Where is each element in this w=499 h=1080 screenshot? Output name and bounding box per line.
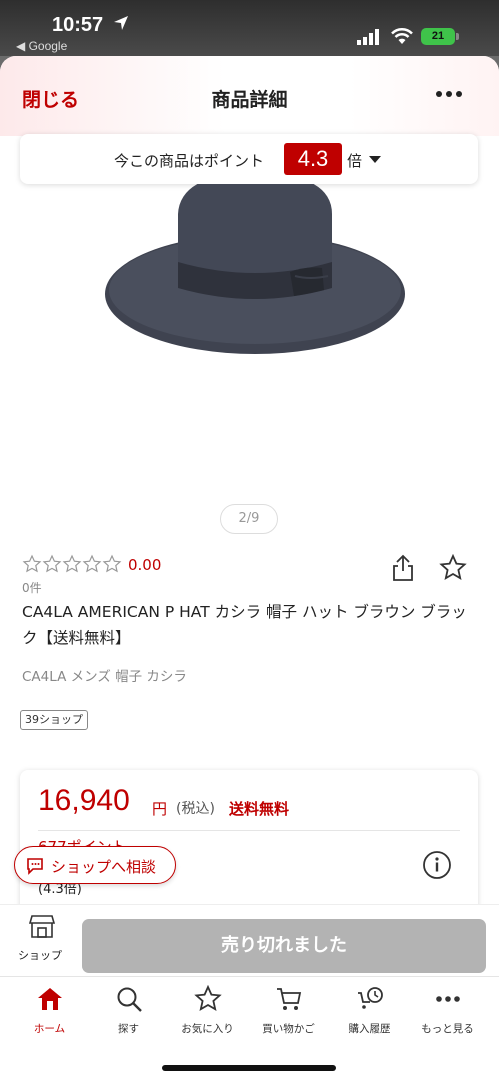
home-icon [38,988,62,1010]
product-detail-sheet: 閉じる 商品詳細 今この商品はポイント 4.3 倍 2/9 0.00 0件 CA… [0,56,499,1080]
rating-stars [22,554,122,573]
sold-out-button: 売り切れました [82,919,486,973]
divider [38,830,460,831]
product-image[interactable] [100,184,410,374]
shop-badge: 39ショップ [20,710,88,730]
points-banner[interactable]: 今この商品はポイント 4.3 倍 [20,134,478,184]
tab-label: ホーム [33,1023,66,1035]
battery-tip [456,33,459,40]
wifi-icon [391,28,413,44]
price-currency: 円 [152,800,168,818]
shipping-label: 送料無料 [229,800,290,818]
share-icon[interactable] [391,554,415,582]
info-icon[interactable] [422,850,452,880]
tab-more[interactable]: もっと見る [406,977,489,1047]
status-bar: 10:57 ◀ Google 21 [0,0,499,56]
home-indicator [162,1065,336,1071]
tab-label: 購入履歴 [348,1023,391,1035]
page-title: 商品詳細 [211,89,288,111]
rating-value: 0.00 [128,556,162,574]
cellular-signal-icon [357,29,379,45]
product-title: CA4LA AMERICAN P HAT カシラ 帽子 ハット ブラウン ブラッ… [22,603,467,647]
review-count[interactable]: 0件 [22,579,42,596]
status-time: 10:57 [52,14,104,36]
search-icon [117,987,142,1012]
consult-shop-button[interactable]: ショップへ相談 [14,846,176,884]
purchase-bar: ショップ 売り切れました [0,904,499,976]
more-options-icon[interactable] [436,91,464,99]
gallery-page-indicator: 2/9 [220,504,278,534]
history-icon [358,987,383,1009]
points-banner-text: 今この商品はポイント [114,152,265,170]
tab-favorites[interactable]: お気に入り [166,977,249,1047]
points-rate-badge: 4.3 [284,143,342,175]
location-arrow-icon [114,16,128,30]
star-icon [194,985,222,1012]
header: 閉じる 商品詳細 [0,56,499,136]
tab-search[interactable]: 探す [87,977,170,1047]
consult-shop-label: ショップへ相談 [51,858,157,876]
battery-indicator: 21 [421,28,455,45]
more-icon [436,996,460,1002]
tab-label: 買い物かご [262,1023,315,1035]
points-rate-unit: 倍 [347,152,363,170]
tab-label: お気に入り [181,1023,234,1035]
tab-label: もっと見る [421,1023,474,1035]
tax-label: (税込) [176,801,215,817]
product-tags[interactable]: CA4LA メンズ 帽子 カシラ [22,665,187,685]
tab-cart[interactable]: 買い物かご [247,977,330,1047]
cart-icon [277,988,302,1010]
shop-icon[interactable] [29,913,55,939]
back-to-app-link[interactable]: ◀ Google [16,39,67,53]
tab-home[interactable]: ホーム [8,977,91,1047]
caret-down-icon [369,156,381,163]
bottom-tab-bar: ホーム 探す お気に入り 買い物かご 購入履歴 もっと見る [0,976,499,1080]
price: 16,940 [38,784,130,817]
chat-icon [27,858,43,875]
shop-label: ショップ [18,949,62,962]
tab-purchase-history[interactable]: 購入履歴 [328,977,411,1047]
tab-label: 探す [118,1023,139,1035]
favorite-star-icon[interactable] [439,554,467,582]
